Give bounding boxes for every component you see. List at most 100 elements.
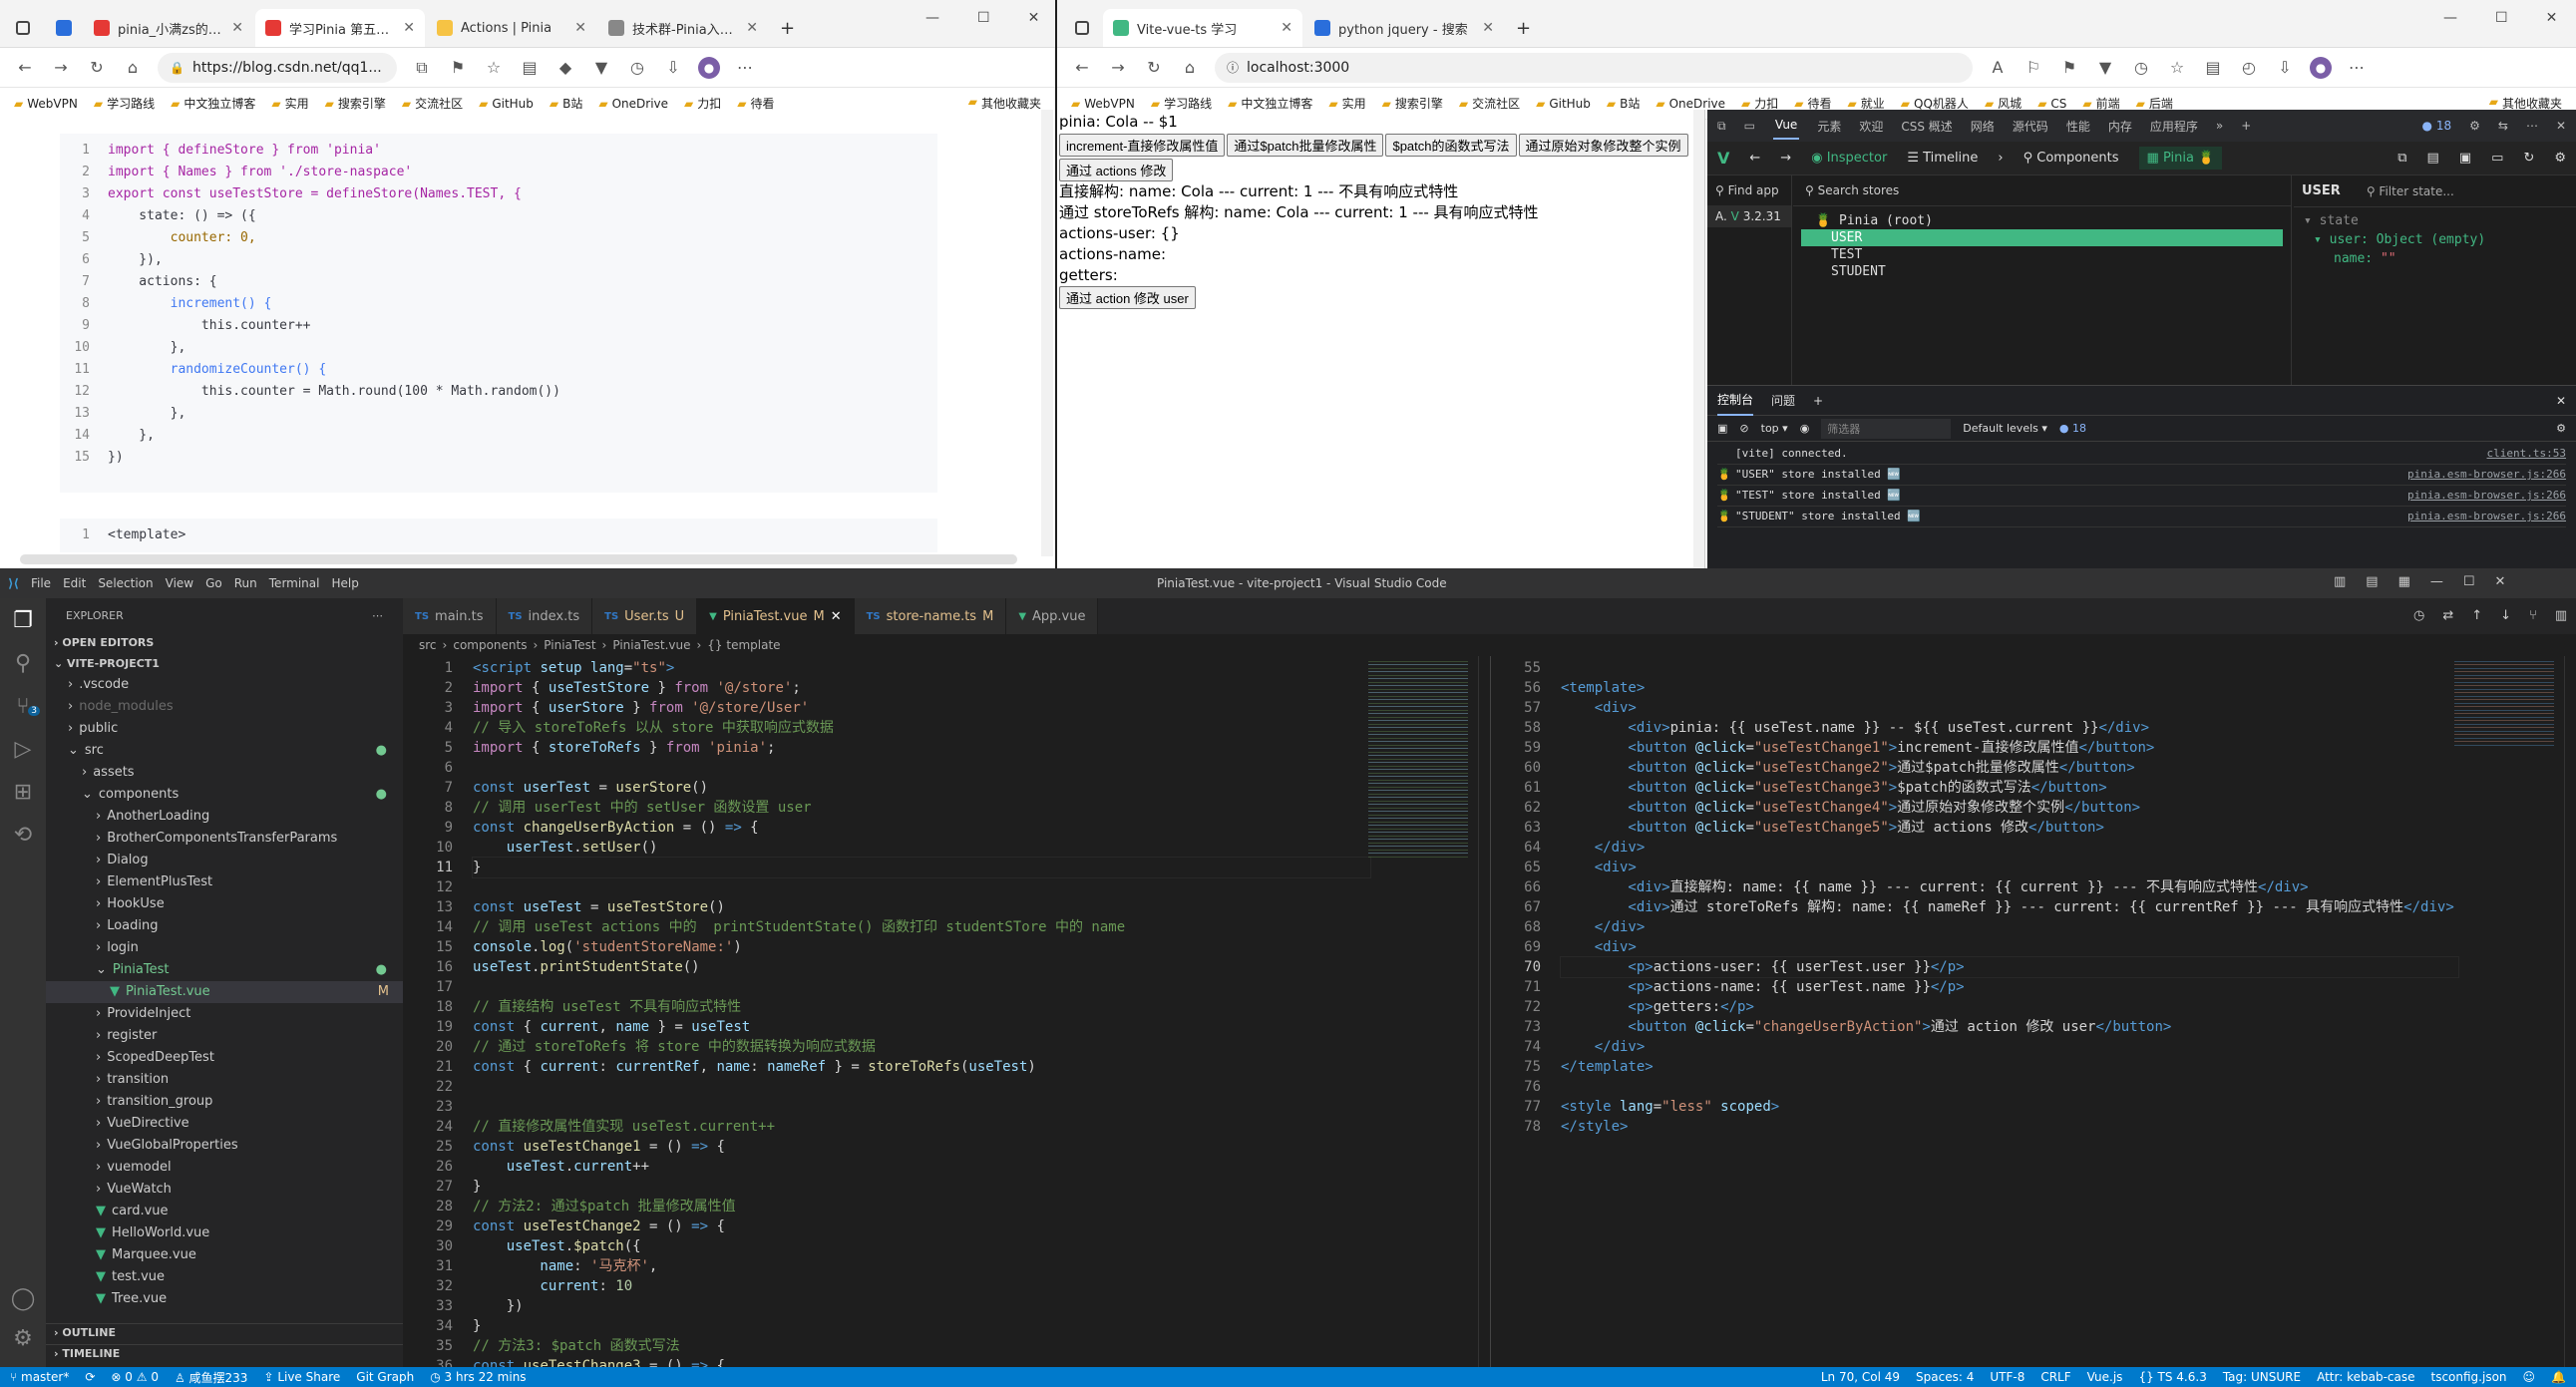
devtools-settings-icon[interactable]: ⚙	[2469, 119, 2480, 133]
bookmark-item[interactable]: ▰ GitHub	[479, 97, 534, 111]
search-icon[interactable]: ⚲	[0, 651, 46, 676]
console-tab[interactable]: 控制台	[1717, 385, 1754, 416]
tab-close-icon[interactable]: ✕	[1482, 20, 1494, 36]
git-icon[interactable]: ⑂	[2529, 608, 2537, 623]
tab-close-icon[interactable]: ✕	[231, 20, 243, 36]
state-section[interactable]: ▾ state	[2304, 211, 2566, 230]
breadcrumb-item[interactable]: PiniaTest	[544, 638, 595, 652]
collections-icon[interactable]: ▤	[519, 58, 541, 77]
tree-item[interactable]: ▼ Tree.vue	[46, 1288, 403, 1310]
tree-item[interactable]: › assets	[46, 762, 403, 784]
language-status[interactable]: Vue.js	[2087, 1370, 2123, 1384]
browser-tab[interactable]: Vite-vue-ts 学习 ✕	[1103, 9, 1302, 47]
tree-item[interactable]: › node_modules	[46, 696, 403, 718]
downloads-icon[interactable]: ⇩	[662, 58, 684, 77]
breadcrumb-item[interactable]: {} template	[707, 638, 780, 652]
tree-item[interactable]: › Dialog	[46, 850, 403, 871]
page-scrollbar[interactable]	[1693, 110, 1704, 568]
store-item[interactable]: USER	[1801, 229, 2283, 246]
open-editors-section[interactable]: › OPEN EDITORS	[46, 632, 403, 653]
new-tab-icon[interactable]: +	[770, 9, 805, 47]
menu-item[interactable]: View	[166, 576, 193, 590]
console-source-link[interactable]: pinia.esm-browser.js:266	[2407, 465, 2566, 485]
editor-tab[interactable]: TS main.ts	[403, 598, 497, 634]
prev-change-icon[interactable]: ↑	[2471, 608, 2482, 623]
eye-icon[interactable]: ◉	[1800, 422, 1810, 435]
menu-icon[interactable]: ⋯	[734, 58, 756, 77]
context-select[interactable]: top ▾	[1761, 422, 1788, 435]
folder-icon[interactable]: ▭	[2491, 151, 2503, 166]
minimize-icon[interactable]: —	[925, 10, 939, 26]
add-tab-icon[interactable]: +	[2241, 119, 2251, 133]
devtools-tab[interactable]: 元素	[1817, 118, 1841, 135]
new-tab-icon[interactable]: +	[1506, 9, 1541, 47]
close-icon[interactable]: ✕	[1028, 10, 1040, 26]
tree-item[interactable]: › transition_group	[46, 1091, 403, 1113]
tree-item[interactable]: › VueDirective	[46, 1113, 403, 1135]
layout3-icon[interactable]: ▦	[2398, 574, 2410, 589]
home-icon-right[interactable]: ⌂	[1179, 58, 1201, 77]
menu-item[interactable]: Run	[234, 576, 257, 590]
tab-actions-icon[interactable]	[8, 9, 44, 47]
vs-maximize-icon[interactable]: ☐	[2463, 574, 2475, 589]
devtools-tab[interactable]: 内存	[2108, 118, 2132, 135]
tree-item[interactable]: › login	[46, 937, 403, 959]
refresh-icon[interactable]: ↻	[2523, 151, 2534, 166]
bookmark-item[interactable]: ▰ OneDrive	[598, 97, 668, 111]
devtools-tab[interactable]: 网络	[1971, 118, 1995, 135]
history-icon[interactable]: ◷	[626, 58, 648, 77]
tab-close-icon[interactable]: ✕	[403, 20, 415, 36]
minimap-left[interactable]	[1368, 658, 1468, 858]
compare-icon[interactable]: ⇄	[2442, 608, 2453, 623]
search-stores-input[interactable]: ⚲ Search stores	[1793, 175, 2291, 206]
layout1-icon[interactable]: ▥	[2334, 574, 2346, 589]
left-url-bar[interactable]: 🔒 https://blog.csdn.net/qq1...	[158, 52, 397, 83]
tree-item[interactable]: ⌄ PiniaTest ●	[46, 959, 403, 981]
issues-badge[interactable]: ● 18	[2059, 422, 2086, 435]
pinia-tab[interactable]: ▦ Pinia 🍍	[2138, 147, 2223, 170]
browser-tab[interactable]: 学习Pinia 第五章（Acti ✕	[255, 9, 425, 47]
explorer-more-icon[interactable]: ⋯	[372, 609, 383, 622]
bookmark-item[interactable]: ▰ OneDrive	[1656, 97, 1725, 111]
bookmark-item[interactable]: ▰ WebVPN	[1071, 97, 1135, 111]
devtools-tab[interactable]: 源代码	[2013, 118, 2048, 135]
scrollbar-right[interactable]	[2564, 656, 2576, 1367]
bookmark-item[interactable]: ▰ WebVPN	[14, 97, 78, 111]
tree-item[interactable]: › ElementPlusTest	[46, 871, 403, 893]
nav-forward-icon[interactable]: →	[1780, 151, 1791, 166]
clipboard-icon[interactable]: ▤	[2427, 151, 2439, 166]
left-h-scrollbar[interactable]	[20, 554, 1017, 564]
run-debug-icon[interactable]: ▷	[0, 737, 46, 762]
nav-back-icon[interactable]: ←	[1749, 151, 1760, 166]
devtools-tab[interactable]: 欢迎	[1859, 118, 1883, 135]
issues-badge-top[interactable]: ● 18	[2422, 119, 2452, 133]
extension2-icon[interactable]: ◆	[554, 58, 576, 77]
components-tab[interactable]: ⚲ Components	[2024, 151, 2119, 166]
right-url-bar[interactable]: ⓘ localhost:3000	[1215, 52, 1973, 83]
tree-item[interactable]: › BrotherComponentsTransferParams	[46, 828, 403, 850]
attr-status[interactable]: Attr: kebab-case	[2317, 1370, 2414, 1384]
change-user-button[interactable]: 通过 action 修改 user	[1059, 286, 1196, 309]
browser-tab[interactable]: python jquery - 搜索 ✕	[1304, 9, 1504, 47]
console-source-link[interactable]: client.ts:53	[2487, 444, 2566, 464]
maximize-icon-right[interactable]: ☐	[2495, 10, 2508, 26]
outline-section[interactable]: › OUTLINE	[46, 1323, 403, 1341]
profile-icon[interactable]: ●	[698, 56, 720, 79]
tree-item[interactable]: ▼ PiniaTest.vue M	[46, 981, 403, 1003]
inspector-tab[interactable]: ◉ Inspector	[1811, 151, 1887, 166]
tab-close-icon[interactable]: ✕	[574, 20, 586, 36]
forward-icon-right[interactable]: →	[1107, 58, 1129, 77]
menu-item[interactable]: File	[31, 576, 51, 590]
store-item[interactable]: 🍍 Pinia (root)	[1801, 212, 2283, 229]
read-aloud-icon-right[interactable]: A	[1987, 58, 2009, 77]
scrollbar-left[interactable]	[1478, 656, 1490, 1367]
extensions-icon[interactable]: ⊞	[0, 780, 46, 805]
tree-item[interactable]: ▼ HelloWorld.vue	[46, 1222, 403, 1244]
tree-item[interactable]: › transition	[46, 1069, 403, 1091]
settings-icon[interactable]: ⚙	[2554, 151, 2566, 166]
tsconfig-status[interactable]: tsconfig.json	[2431, 1370, 2507, 1384]
tree-item[interactable]: › AnotherLoading	[46, 806, 403, 828]
forward-icon[interactable]: →	[50, 58, 72, 77]
editor-tab[interactable]: ▼ PiniaTest.vue M ✕	[697, 598, 855, 634]
tab-close-icon[interactable]: ✕	[1281, 20, 1292, 36]
